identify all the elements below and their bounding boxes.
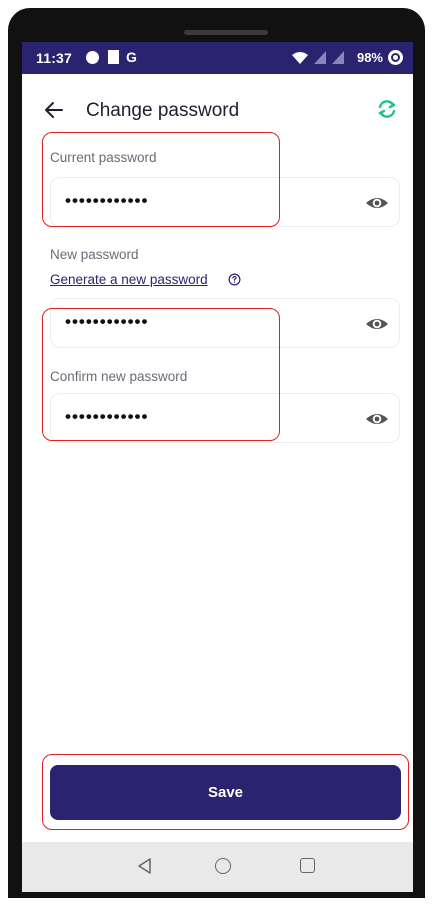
- sim-icon: [108, 50, 119, 64]
- nav-home-icon[interactable]: [215, 858, 231, 874]
- notification-icon: [86, 51, 99, 64]
- nav-recents-icon[interactable]: [300, 858, 315, 873]
- status-bar: 11:37 G 98%: [22, 42, 413, 74]
- help-icon[interactable]: [228, 273, 241, 286]
- signal-icon: [314, 51, 326, 64]
- navigation-bar: [22, 842, 413, 892]
- refresh-icon[interactable]: [375, 97, 399, 121]
- eye-icon[interactable]: [365, 191, 389, 215]
- nav-back-icon[interactable]: [135, 856, 155, 876]
- page-title: Change password: [86, 100, 240, 121]
- confirm-password-label: Confirm new password: [50, 369, 188, 384]
- confirm-password-field[interactable]: ••••••••••••: [50, 393, 400, 443]
- save-button[interactable]: Save: [50, 765, 401, 820]
- eye-icon[interactable]: [365, 407, 389, 431]
- new-password-value: ••••••••••••: [65, 312, 149, 331]
- carrier-letter: G: [126, 49, 137, 65]
- current-password-label: Current password: [50, 150, 157, 165]
- confirm-password-value: ••••••••••••: [65, 407, 149, 426]
- current-password-value: ••••••••••••: [65, 191, 149, 210]
- arrow-left-icon[interactable]: [42, 98, 66, 122]
- battery-icon: [388, 50, 403, 65]
- new-password-field[interactable]: ••••••••••••: [50, 298, 400, 348]
- wifi-icon: [292, 52, 308, 64]
- eye-icon[interactable]: [365, 312, 389, 336]
- screen: 11:37 G 98% Change password Current pass…: [22, 42, 413, 892]
- app-header: Change password: [22, 92, 413, 132]
- battery-level: 98%: [356, 50, 383, 65]
- speaker-grille: [184, 30, 268, 35]
- status-time: 11:37: [36, 50, 73, 66]
- new-password-label: New password: [50, 247, 139, 262]
- generate-password-link[interactable]: Generate a new password: [50, 272, 208, 287]
- signal-icon-2: [332, 51, 344, 64]
- current-password-field[interactable]: ••••••••••••: [50, 177, 400, 227]
